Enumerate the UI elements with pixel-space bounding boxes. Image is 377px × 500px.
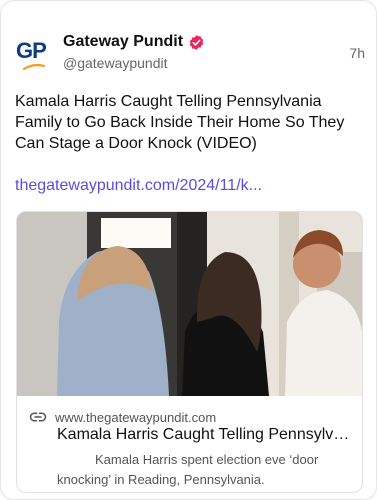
link-preview-card[interactable]: www.thegatewaypundit.com Kamala Harris C… [16, 211, 363, 493]
link-title[interactable]: Kamala Harris Caught Telling Pennsylvani… [57, 426, 353, 444]
link-icon [29, 412, 47, 422]
post-header: GP Gateway Pundit @gatewaypundit 7h [15, 31, 365, 75]
avatar[interactable]: GP [15, 33, 53, 73]
logo-swoosh-icon [23, 63, 45, 71]
handle[interactable]: @gatewaypundit [63, 55, 168, 71]
verified-badge-icon [189, 34, 204, 50]
post-card[interactable]: GP Gateway Pundit @gatewaypundit 7h Kama… [0, 0, 377, 500]
post-link[interactable]: thegatewaypundit.com/2024/11/k... [15, 177, 262, 195]
link-domain: www.thegatewaypundit.com [55, 409, 217, 425]
name-row: Gateway Pundit [63, 33, 205, 51]
display-name[interactable]: Gateway Pundit [63, 33, 183, 51]
post-time: 7h [349, 45, 365, 61]
post-text: Kamala Harris Caught Telling Pennsylvani… [15, 93, 345, 152]
preview-image[interactable] [17, 212, 363, 396]
avatar-logo-text: GP [16, 38, 47, 63]
link-description: Kamala Harris spent election eve ‘door k… [57, 452, 319, 487]
link-preview-meta: www.thegatewaypundit.com Kamala Harris C… [17, 396, 362, 492]
domain-row: www.thegatewaypundit.com [29, 408, 216, 426]
